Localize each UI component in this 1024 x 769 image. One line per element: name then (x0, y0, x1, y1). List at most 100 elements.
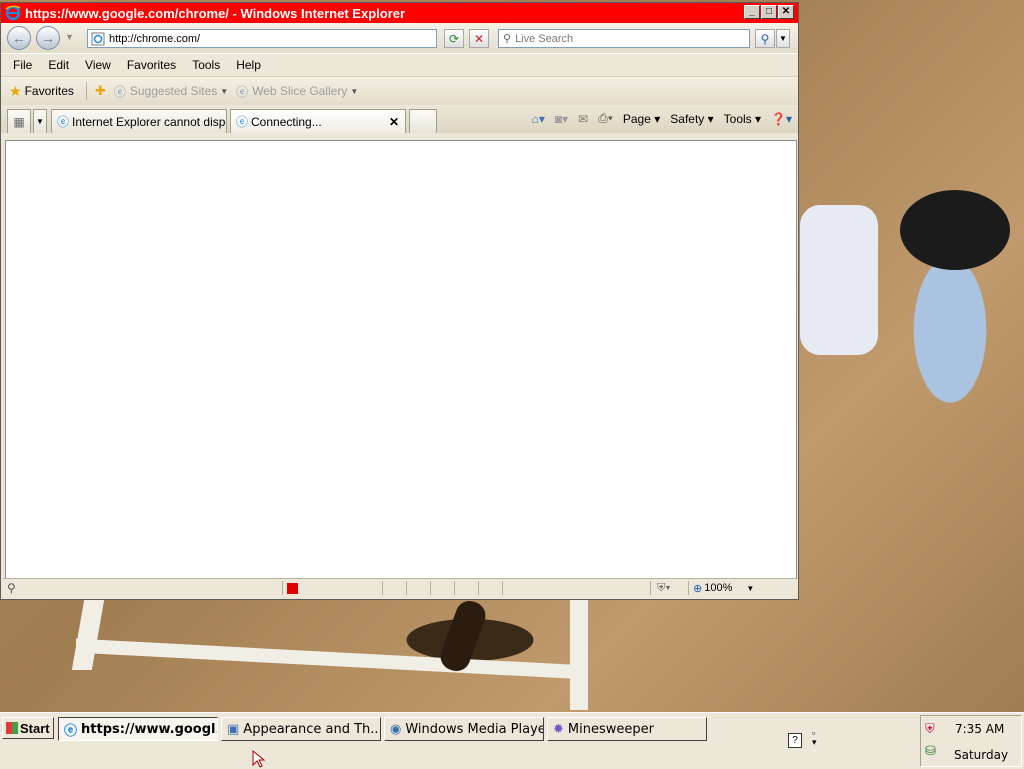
taskbar-item-media-player[interactable]: ◉ Windows Media Player (384, 717, 544, 741)
wallpaper-plate-line-bottom (76, 638, 586, 680)
back-button[interactable]: ← (7, 26, 31, 50)
quick-tabs-button[interactable]: ▦ (7, 109, 31, 133)
taskbar: Start ⓔ https://www.googl... ▣ Appearanc… (0, 712, 1024, 769)
zoom-control[interactable]: ⊕ 100% ▼ (693, 582, 754, 595)
safety-menu[interactable]: Safety ▾ (670, 112, 713, 126)
status-text-area: ⚲ (3, 581, 283, 595)
add-favorites-icon: ✚ (94, 83, 106, 98)
wallpaper-catcher (800, 205, 878, 355)
zoom-dropdown-icon[interactable]: ▼ (746, 584, 754, 593)
progress-area (283, 581, 383, 595)
stop-indicator-icon (287, 582, 298, 594)
close-tab-icon[interactable]: ✕ (389, 115, 399, 129)
tab-label: Internet Explorer cannot displ... (72, 114, 227, 129)
status-segment (407, 581, 431, 595)
help-icon[interactable]: ❓▾ (771, 112, 792, 126)
favorites-button[interactable]: ★ Favorites (9, 83, 74, 100)
status-segment (383, 581, 407, 595)
forward-button[interactable]: → (36, 26, 60, 50)
refresh-button[interactable]: ⟳ (444, 29, 464, 48)
media-player-icon: ◉ (390, 721, 402, 737)
menu-favorites[interactable]: Favorites (119, 58, 184, 72)
wallpaper-plate-line-right (570, 600, 588, 710)
ie-page-icon: ⓔ (236, 84, 249, 99)
toolbar-separator (85, 82, 87, 100)
favorites-label: Favorites (24, 84, 74, 98)
print-icon[interactable]: ⎙▾ (598, 111, 613, 126)
mail-icon[interactable]: ✉ (578, 112, 588, 126)
star-icon: ★ (9, 82, 22, 99)
window-title: https://www.google.com/chrome/ - Windows… (25, 5, 406, 21)
page-content-area[interactable] (5, 140, 797, 579)
search-placeholder: Live Search (515, 32, 574, 45)
taskbar-item-label: Windows Media Player (405, 721, 544, 737)
menu-help[interactable]: Help (228, 58, 269, 72)
status-search-icon: ⚲ (7, 581, 16, 595)
status-segment (455, 581, 479, 595)
menu-tools[interactable]: Tools (184, 58, 228, 72)
zoom-level: 100% (704, 582, 733, 594)
ie-window: https://www.google.com/chrome/ - Windows… (0, 2, 799, 600)
menu-file[interactable]: File (5, 58, 40, 72)
wallpaper-plate-line-left (71, 600, 105, 670)
minesweeper-icon: ✹ (553, 721, 564, 737)
taskbar-item-ie[interactable]: ⓔ https://www.googl... (58, 717, 218, 741)
tools-menu[interactable]: Tools ▾ (724, 112, 761, 126)
recent-pages-dropdown-icon[interactable]: ▼ (65, 32, 74, 42)
ie-logo-icon (5, 5, 21, 21)
minimize-button[interactable]: _ (744, 5, 760, 19)
mouse-cursor-icon (252, 750, 266, 768)
search-icon: ⚲ (503, 33, 512, 45)
search-input[interactable]: ⚲ Live Search (498, 29, 750, 48)
navigation-bar: ← → ▼ http://chrome.com/ ⟳ ✕ ⚲ Live Sear… (1, 23, 798, 53)
system-tray: ⛨ ⛁ 7:35 AM Saturday (920, 715, 1022, 767)
close-button[interactable]: ✕ (778, 5, 794, 19)
start-button[interactable]: Start (2, 717, 54, 739)
title-bar[interactable]: https://www.google.com/chrome/ - Windows… (1, 3, 798, 23)
zoom-icon: ⊕ (693, 582, 703, 595)
windows-logo-icon (6, 722, 18, 734)
menu-bar: File Edit View Favorites Tools Help (1, 53, 798, 76)
favorites-bar: ★ Favorites ✚ ⓔ Suggested Sites ▼ ⓔ Web … (1, 76, 798, 105)
feeds-icon[interactable]: ◙▾ (555, 112, 568, 126)
ie-tab-icon: ⓔ (57, 115, 70, 129)
protected-mode-area[interactable]: ⛨▾ (651, 581, 689, 595)
add-to-favorites-button[interactable]: ✚ (95, 83, 106, 99)
command-bar: ⌂▾ ◙▾ ✉ ⎙▾ Page ▾ Safety ▾ Tools ▾ ❓▾ (532, 111, 792, 126)
safety-menu-label: Safety (670, 111, 705, 126)
home-icon[interactable]: ⌂▾ (532, 112, 545, 126)
start-label: Start (20, 720, 50, 736)
maximize-button[interactable]: □ (761, 5, 777, 19)
taskbar-item-minesweeper[interactable]: ✹ Minesweeper (547, 717, 707, 741)
suggested-sites-link[interactable]: ⓔ Suggested Sites ▼ (114, 83, 228, 100)
tab-cannot-display[interactable]: ⓔ Internet Explorer cannot displ... (51, 109, 227, 133)
new-tab-button[interactable] (409, 109, 437, 133)
status-segment (503, 581, 651, 595)
stop-button[interactable]: ✕ (469, 29, 489, 48)
network-icon[interactable]: ⛁ (925, 744, 936, 759)
web-slice-gallery-link[interactable]: ⓔ Web Slice Gallery ▼ (236, 83, 358, 100)
address-bar[interactable]: http://chrome.com/ (87, 29, 437, 48)
tray-arrows-icon[interactable]: ▫ ▾ (812, 729, 817, 747)
ie-tab-icon: ⓔ (236, 115, 249, 129)
page-menu[interactable]: Page ▾ (623, 112, 660, 126)
tab-connecting[interactable]: ⓔ Connecting... ✕ (230, 109, 406, 133)
menu-edit[interactable]: Edit (40, 58, 77, 72)
wallpaper-umpire (900, 190, 1010, 270)
status-bar: ⚲ ⛨▾ ⊕ 100% ▼ (3, 578, 796, 597)
security-shield-icon[interactable]: ⛨ (925, 722, 935, 737)
search-go-button[interactable]: ⚲ (755, 29, 775, 48)
menu-view[interactable]: View (77, 58, 119, 72)
ie-page-icon: ⓔ (113, 84, 126, 99)
dropdown-arrow-icon: ▼ (220, 86, 229, 96)
tab-list-dropdown[interactable]: ▼ (33, 109, 47, 133)
help-tray-icon[interactable]: ? (788, 733, 802, 748)
search-options-button[interactable]: ▼ (776, 29, 790, 48)
tab-row: ▦ ▼ ⓔ Internet Explorer cannot displ... … (1, 105, 798, 133)
taskbar-item-label: Appearance and Th... (243, 721, 381, 737)
taskbar-item-appearance[interactable]: ▣ Appearance and Th... (221, 717, 381, 741)
tab-label: Connecting... (251, 114, 322, 129)
tools-menu-label: Tools (723, 111, 752, 126)
address-text: http://chrome.com/ (109, 32, 201, 45)
dropdown-arrow-icon: ▼ (350, 86, 359, 96)
